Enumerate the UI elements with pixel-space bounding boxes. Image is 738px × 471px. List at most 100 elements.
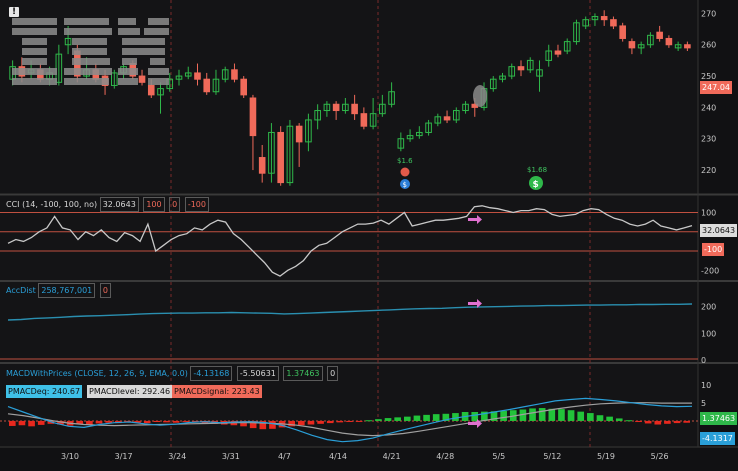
info-icon[interactable]: ! (9, 7, 19, 17)
macd-tick-label: 10 (701, 381, 711, 390)
candle-body (249, 97, 257, 137)
candle-body (194, 72, 201, 80)
accdist-header: AccDist 258,767,001 0 (6, 283, 113, 298)
candle-body (628, 41, 636, 49)
accdist-value: 258,767,001 (38, 283, 96, 298)
pmacd-eq-label: PMACDeq: 240.67 (6, 385, 83, 398)
x-tick-label: 3/17 (115, 452, 133, 461)
macd-histogram-bar (567, 410, 575, 421)
macd-histogram-bar (86, 420, 93, 425)
macd-histogram-bar (452, 413, 459, 421)
macd-value-2: -5.50631 (236, 366, 279, 381)
ibm-logo-watermark (12, 18, 169, 85)
earnings-icon (400, 167, 410, 177)
macd-header: MACDWithPrices (CLOSE, 12, 26, 9, EMA, 0… (6, 366, 340, 381)
candle-body (554, 50, 562, 55)
pmacd-signal-label: PMACDsignal: 223.43 (172, 385, 262, 398)
macd-histogram-bar (28, 420, 35, 427)
x-tick-label: 5/12 (543, 452, 561, 461)
macd-histogram-bar (558, 409, 565, 421)
cci-value-tag: 32.0643 (700, 224, 738, 237)
candle-body (600, 16, 608, 21)
macd-histogram-bar (95, 420, 103, 424)
macd-zero: 0 (327, 366, 339, 381)
dividend-label: $1.68 (527, 166, 547, 174)
cci-upper: 100 (143, 197, 165, 212)
cci-value: 32.0643 (99, 197, 139, 212)
chart-root: { "price_panel": { "price_tag": "247.04"… (0, 0, 738, 467)
macd-histogram-bar (596, 415, 604, 421)
cci-zero: 0 (169, 197, 181, 212)
candle-body (277, 131, 284, 184)
price-tick-label: 250 (701, 72, 716, 81)
cci-lower-tag: -100 (702, 243, 725, 256)
price-tick-label: 270 (701, 9, 716, 18)
macd-histogram-bar (105, 420, 112, 423)
cci-title: CCI (14, -100, 100, no) (6, 200, 98, 209)
macd-histogram-bar (37, 420, 45, 425)
macd-histogram-bar (346, 420, 353, 423)
price-tick-label: 230 (701, 135, 716, 144)
x-tick-label: 5/26 (651, 452, 669, 461)
macd-histogram-bar (365, 420, 373, 422)
candle-body (656, 31, 663, 39)
macd-histogram-bar (673, 420, 681, 424)
macd-histogram-bar (182, 420, 190, 422)
macd-histogram-bar (317, 420, 324, 424)
candle-body (619, 25, 626, 39)
macd-histogram-bar (635, 420, 642, 423)
candle-body (517, 66, 525, 71)
macd-histogram-bar (500, 410, 507, 421)
highlight-marker[interactable] (473, 85, 487, 107)
macd-histogram-bar (423, 414, 430, 421)
cci-lower: -100 (184, 197, 209, 212)
macd-histogram-bar (153, 420, 161, 423)
macd-histogram-bar (298, 420, 305, 426)
dividend-label: $1.6 (397, 157, 413, 165)
macd-histogram-bar (664, 420, 671, 424)
candle-body (231, 69, 238, 80)
x-tick-label: 4/14 (329, 452, 347, 461)
macd-tick-label: 5 (701, 399, 706, 408)
macd-histogram-bar (683, 420, 690, 423)
macd-histogram-bar (403, 416, 411, 421)
macd-histogram-bar (326, 420, 334, 424)
candle-body (665, 37, 673, 46)
macd-line-tag: -4.1317 (700, 432, 735, 445)
price-tick-label: 240 (701, 103, 716, 112)
x-tick-label: 3/31 (222, 452, 240, 461)
macd-histogram-bar (143, 420, 151, 424)
accdist-title: AccDist (6, 286, 36, 295)
candle-body (360, 113, 368, 127)
accdist-zero: 0 (99, 283, 111, 298)
x-tick-label: 3/10 (61, 452, 79, 461)
macd-histogram-bar (384, 418, 392, 421)
macd-histogram-bar (375, 419, 382, 421)
macd-histogram-bar (606, 416, 613, 421)
price-tick-label: 260 (701, 41, 716, 50)
x-tick-label: 4/21 (383, 452, 401, 461)
accdist-tick-label: 100 (701, 329, 716, 338)
macd-histogram-bar (269, 420, 276, 429)
macd-histogram-bar (432, 414, 440, 421)
macd-histogram-bar (529, 408, 536, 421)
candle-body (258, 157, 266, 174)
x-tick-label: 4/7 (278, 452, 291, 461)
macd-histogram-bar (336, 420, 344, 423)
macd-histogram-bar (644, 420, 652, 424)
candle-body (295, 125, 303, 143)
macd-histogram-bar (172, 420, 180, 423)
cci-header: CCI (14, -100, 100, no) 32.0643 100 0 -1… (6, 197, 211, 212)
macd-histogram-bar (625, 420, 633, 422)
macd-histogram-bar (577, 411, 585, 421)
macd-histogram-bar (413, 415, 421, 421)
dividend-icon-letter: $ (533, 180, 539, 190)
dividend-icon-letter: $ (403, 181, 407, 189)
candle-body (240, 78, 248, 96)
macd-histogram-bar (307, 420, 315, 425)
cci-tick-label: 100 (701, 209, 716, 218)
cci-tick-label: -200 (701, 266, 719, 275)
last-price-tag: 247.04 (700, 81, 732, 94)
accdist-tick-label: 200 (701, 303, 716, 312)
accdist-tick-label: 0 (701, 356, 706, 365)
